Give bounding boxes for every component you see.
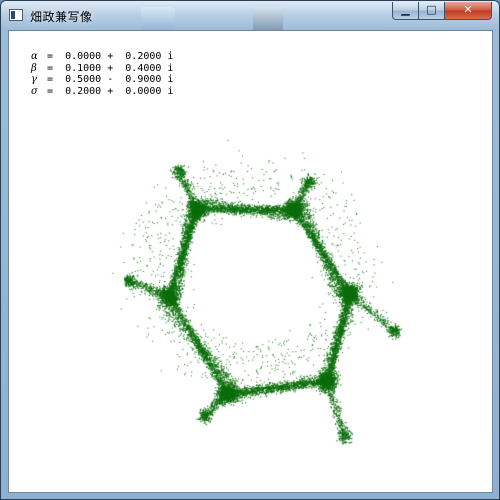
param-gamma: γ = 0.5000 - 0.9000 i bbox=[31, 74, 173, 86]
minimize-icon: ▁ bbox=[401, 3, 410, 16]
param-beta: β = 0.1000 + 0.4000 i bbox=[31, 63, 173, 75]
param-symbol: γ bbox=[31, 74, 37, 85]
app-window: 畑政兼写像 ▁ □ ✕ α = 0.0000 + 0.2000 i β = 0.… bbox=[0, 0, 500, 500]
maximize-icon: □ bbox=[426, 3, 437, 16]
fractal-plot bbox=[9, 31, 492, 492]
close-icon: ✕ bbox=[463, 3, 473, 16]
param-value: = 0.2000 + 0.0000 i bbox=[41, 85, 174, 97]
close-button[interactable]: ✕ bbox=[444, 2, 492, 20]
title-bar[interactable]: 畑政兼写像 ▁ □ ✕ bbox=[1, 1, 499, 33]
parameter-list: α = 0.0000 + 0.2000 i β = 0.1000 + 0.400… bbox=[31, 51, 173, 97]
param-value: = 0.1000 + 0.4000 i bbox=[41, 62, 174, 74]
param-symbol: σ bbox=[31, 85, 38, 97]
maximize-button[interactable]: □ bbox=[418, 2, 445, 20]
param-value: = 0.0000 + 0.2000 i bbox=[41, 51, 174, 62]
param-value: = 0.5000 - 0.9000 i bbox=[41, 74, 174, 85]
app-window-icon[interactable] bbox=[9, 9, 23, 21]
param-alpha: α = 0.0000 + 0.2000 i bbox=[31, 51, 173, 63]
minimize-button[interactable]: ▁ bbox=[392, 2, 419, 20]
param-symbol: α bbox=[31, 51, 38, 62]
param-sigma: σ = 0.2000 + 0.0000 i bbox=[31, 86, 173, 98]
drawing-canvas-area: α = 0.0000 + 0.2000 i β = 0.1000 + 0.400… bbox=[8, 30, 493, 493]
param-symbol: β bbox=[31, 62, 37, 74]
window-title: 畑政兼写像 bbox=[30, 10, 93, 24]
